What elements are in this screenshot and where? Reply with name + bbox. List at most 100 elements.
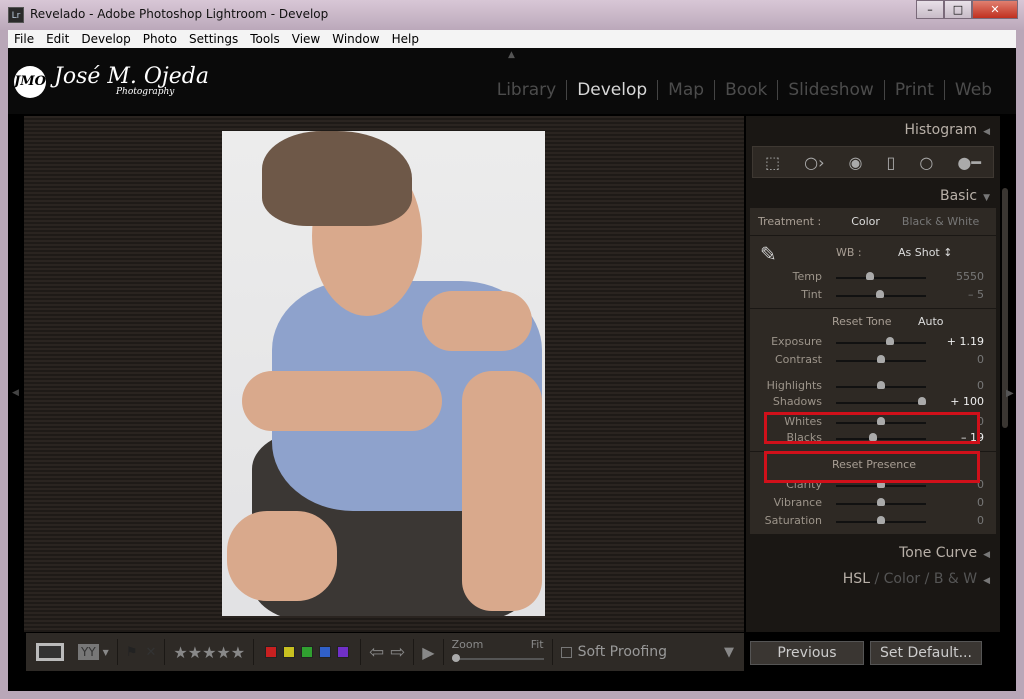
contrast-value[interactable]: 0 [977, 353, 984, 366]
shadows-slider-thumb[interactable] [917, 397, 926, 405]
purple-label[interactable] [337, 646, 350, 658]
eyedropper-icon[interactable]: ✎ [760, 242, 777, 266]
module-library[interactable]: Library [487, 80, 566, 100]
red-eye-icon[interactable]: ◉ [849, 153, 863, 172]
crop-tool-icon[interactable]: ⬚ [765, 153, 780, 172]
contrast-slider[interactable] [836, 355, 926, 363]
highlights-value[interactable]: 0 [977, 379, 984, 391]
maximize-button[interactable]: □ [944, 0, 972, 19]
reset-tone-button[interactable]: Reset Tone [832, 315, 892, 328]
exposure-slider[interactable] [836, 337, 926, 345]
menu-file[interactable]: File [8, 32, 40, 46]
graduated-filter-icon[interactable]: ▯ [887, 153, 896, 172]
right-panel: Histogram ◀ ⬚ ○› ◉ ▯ ○ ●━ Basic ▼ Treatmen… [746, 116, 1000, 632]
green-label[interactable] [301, 646, 314, 658]
temp-slider-thumb[interactable] [866, 272, 875, 280]
vibrance-value[interactable]: 0 [977, 496, 984, 509]
contrast-slider-thumb[interactable] [877, 355, 885, 363]
menu-tools[interactable]: Tools [244, 32, 286, 46]
tint-label: Tint [801, 288, 822, 301]
yellow-label[interactable] [283, 646, 296, 658]
highlights-slider-thumb[interactable] [877, 381, 885, 389]
module-slideshow[interactable]: Slideshow [777, 80, 883, 100]
highlights-slider[interactable] [836, 381, 926, 389]
spot-removal-icon[interactable]: ○› [804, 153, 824, 172]
module-print[interactable]: Print [883, 80, 944, 100]
blue-label[interactable] [319, 646, 332, 658]
reject-flag-icon[interactable]: ✕ [145, 645, 156, 660]
menu-help[interactable]: Help [386, 32, 425, 46]
shadows-label: Shadows [772, 395, 822, 408]
photo-canvas[interactable] [24, 116, 744, 632]
tint-slider[interactable] [836, 290, 926, 298]
module-map[interactable]: Map [657, 80, 714, 100]
radial-filter-icon[interactable]: ○ [919, 153, 933, 172]
minimize-button[interactable]: – [916, 0, 944, 19]
module-book[interactable]: Book [714, 80, 777, 100]
star-rating[interactable]: ★★★★★ [173, 643, 245, 662]
shadows-slider[interactable] [836, 397, 926, 405]
exposure-label: Exposure [771, 335, 822, 348]
close-button[interactable]: ✕ [972, 0, 1018, 19]
treatment-bw[interactable]: Black & White [902, 215, 979, 228]
tone-curve-header[interactable]: Tone Curve ◀ [746, 539, 1000, 565]
module-picker: Library Develop Map Book Slideshow Print… [487, 80, 1002, 100]
wb-label: WB : [836, 246, 862, 259]
lightroom-icon: Lr [8, 7, 24, 23]
toolbar-menu-icon[interactable]: ▼ [724, 645, 734, 660]
treatment-color[interactable]: Color [851, 215, 880, 228]
clarity-slider[interactable] [836, 480, 926, 488]
basic-header[interactable]: Basic ▼ [746, 182, 1000, 208]
menu-photo[interactable]: Photo [137, 32, 183, 46]
vibrance-slider[interactable] [836, 498, 926, 506]
collapse-right-panel-icon[interactable]: ▶ [1006, 388, 1014, 399]
histogram-header[interactable]: Histogram ◀ [746, 116, 1000, 142]
menu-edit[interactable]: Edit [40, 32, 75, 46]
auto-tone-button[interactable]: Auto [918, 315, 944, 328]
saturation-slider-row: Saturation 0 [750, 512, 996, 530]
highlights-label: Highlights [766, 379, 822, 391]
shadows-highlight-box [764, 412, 980, 444]
tint-value[interactable]: – 5 [968, 288, 984, 301]
blacks-highlight-box [764, 451, 980, 483]
wb-select[interactable]: As Shot ↕ [898, 246, 952, 259]
vibrance-slider-thumb[interactable] [877, 498, 885, 506]
exposure-slider-thumb[interactable] [886, 337, 894, 345]
hsl-header[interactable]: HSL / Color / B & W ◀ [746, 565, 1000, 591]
vibrance-slider-row: Vibrance 0 [750, 494, 996, 512]
flag-icon[interactable]: ⚑ [126, 645, 138, 660]
loupe-view-button[interactable] [36, 643, 64, 661]
soft-proofing-checkbox[interactable] [560, 646, 572, 658]
zoom-slider[interactable]: Zoom Fit [451, 638, 544, 666]
before-after-button[interactable]: YY [78, 644, 99, 660]
menu-window[interactable]: Window [326, 32, 385, 46]
lightroom-app: ▲ JMO José M. Ojeda Photography Library D… [8, 48, 1016, 691]
adjustment-brush-icon[interactable]: ●━ [957, 153, 981, 172]
saturation-slider-thumb[interactable] [877, 516, 885, 524]
tint-slider-thumb[interactable] [876, 290, 885, 298]
exposure-value[interactable]: + 1.19 [947, 335, 984, 348]
next-photo-icon[interactable]: ⇨ [390, 642, 405, 663]
temp-slider[interactable] [836, 272, 926, 280]
menu-develop[interactable]: Develop [75, 32, 136, 46]
shadows-value[interactable]: + 100 [950, 395, 984, 408]
module-develop[interactable]: Develop [566, 80, 657, 100]
menu-settings[interactable]: Settings [183, 32, 244, 46]
previous-photo-icon[interactable]: ⇦ [369, 642, 384, 663]
play-icon[interactable]: ▶ [422, 643, 434, 662]
menu-view[interactable]: View [286, 32, 326, 46]
expand-left-panel-icon[interactable]: ◀ [12, 388, 19, 398]
window-title: Revelado - Adobe Photoshop Lightroom - D… [30, 7, 329, 21]
saturation-value[interactable]: 0 [977, 514, 984, 527]
red-label[interactable] [265, 646, 278, 658]
exposure-slider-row: Exposure + 1.19 [750, 333, 996, 351]
module-web[interactable]: Web [943, 80, 1002, 100]
saturation-slider[interactable] [836, 516, 926, 524]
dropdown-icon[interactable]: ▼ [103, 648, 109, 657]
temp-slider-row: Temp 5550 [750, 268, 996, 286]
previous-button[interactable]: Previous [750, 641, 864, 665]
photo-preview [222, 131, 545, 616]
set-default-button[interactable]: Set Default... [870, 641, 982, 665]
temp-value[interactable]: 5550 [956, 270, 984, 283]
collapse-top-icon[interactable]: ▲ [508, 50, 515, 60]
